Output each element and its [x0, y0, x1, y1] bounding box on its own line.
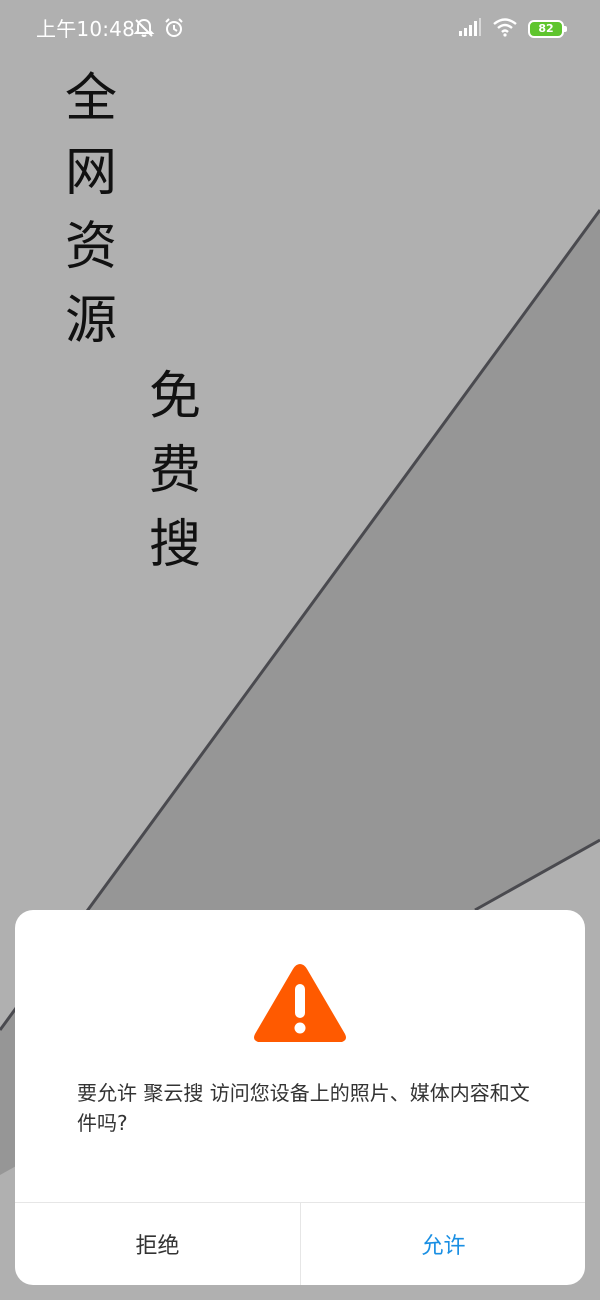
wifi-icon [492, 17, 518, 41]
screen: 上午10:48 82 全 网 资 源 免 费 搜 要允许 聚云搜 访问您设备上的… [0, 0, 600, 1300]
signal-icon [458, 17, 482, 41]
slogan-char: 搜 [148, 515, 201, 575]
slogan-char: 源 [64, 291, 117, 351]
battery-level: 82 [538, 22, 554, 35]
slogan-char: 费 [148, 441, 201, 501]
status-bar: 上午10:48 82 [0, 0, 600, 58]
battery-nub [564, 26, 567, 32]
permission-message: 要允许 聚云搜 访问您设备上的照片、媒体内容和文件吗? [77, 1081, 530, 1135]
status-time: 上午10:48 [36, 17, 136, 41]
allow-button[interactable]: 允许 [301, 1203, 585, 1285]
slogan-mianfei-sou: 免 费 搜 [146, 360, 204, 582]
slogan-char: 免 [148, 367, 201, 427]
slogan-char: 资 [64, 217, 117, 277]
battery-icon: 82 [528, 20, 567, 38]
permission-dialog: 要允许 聚云搜 访问您设备上的照片、媒体内容和文件吗? 拒绝 允许 [15, 910, 585, 1285]
notifications-off-icon [133, 17, 155, 39]
warning-icon [254, 964, 346, 1042]
slogan-quanwang-ziyuan: 全 网 资 源 [62, 62, 120, 358]
slogan-char: 网 [64, 143, 117, 203]
deny-button[interactable]: 拒绝 [15, 1203, 300, 1285]
status-right-icons: 82 [458, 17, 567, 41]
status-left-icons [133, 17, 185, 39]
alarm-icon [163, 17, 185, 39]
slogan-char: 全 [64, 69, 117, 129]
